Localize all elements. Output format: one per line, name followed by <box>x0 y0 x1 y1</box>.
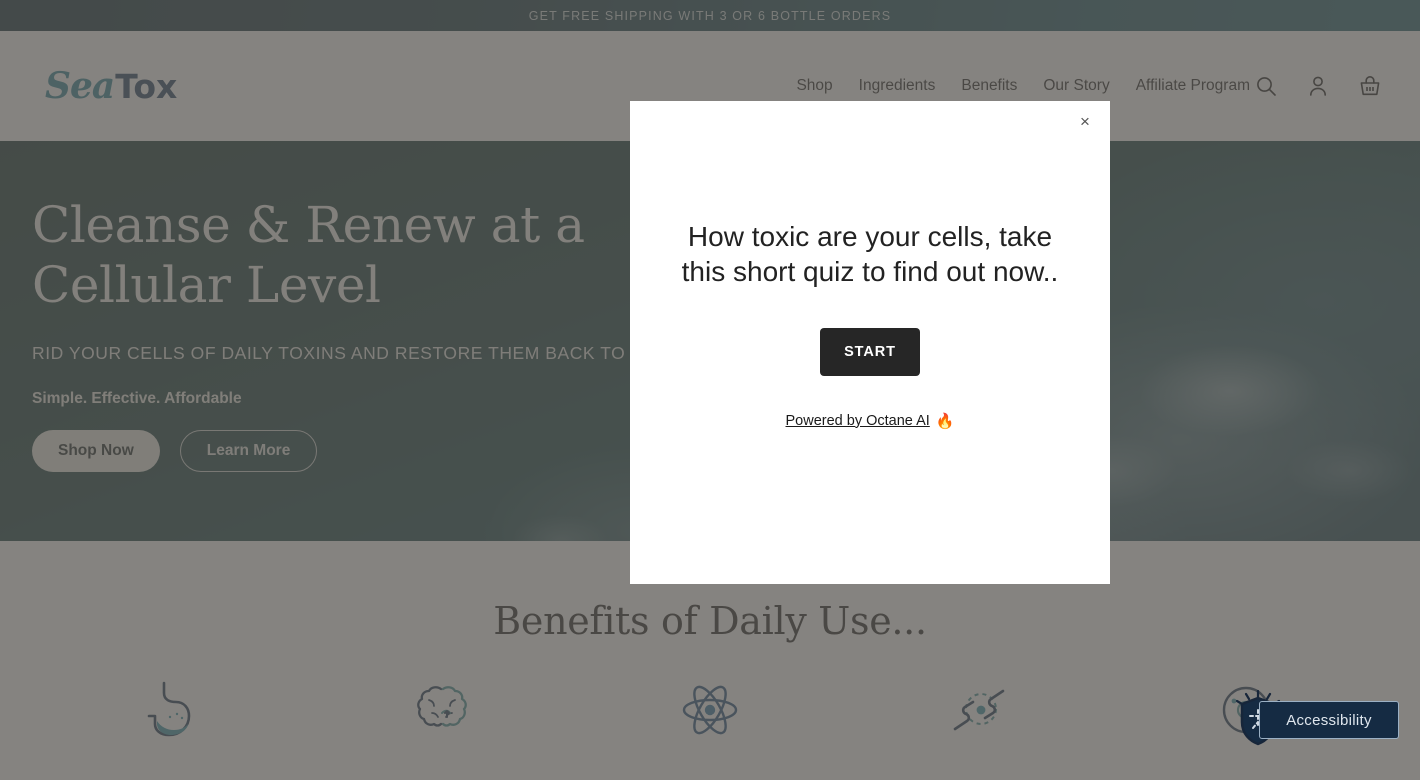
accessibility-button[interactable]: Accessibility <box>1259 701 1399 739</box>
powered-by-text: Powered by Octane AI <box>785 412 930 429</box>
page-root: GET FREE SHIPPING WITH 3 OR 6 BOTTLE ORD… <box>0 0 1420 780</box>
octane-quiz-modal: × How toxic are your cells, take this sh… <box>630 101 1110 584</box>
powered-by-octane-link[interactable]: Powered by Octane AI 🔥 <box>786 412 955 430</box>
quiz-start-button[interactable]: START <box>820 327 920 376</box>
accessibility-label: Accessibility <box>1286 711 1372 729</box>
accessibility-widget[interactable]: Accessibility <box>1232 688 1408 754</box>
close-icon[interactable]: × <box>1074 110 1096 132</box>
flame-icon: 🔥 <box>935 412 955 430</box>
quiz-headline: How toxic are your cells, take this shor… <box>681 221 1059 288</box>
